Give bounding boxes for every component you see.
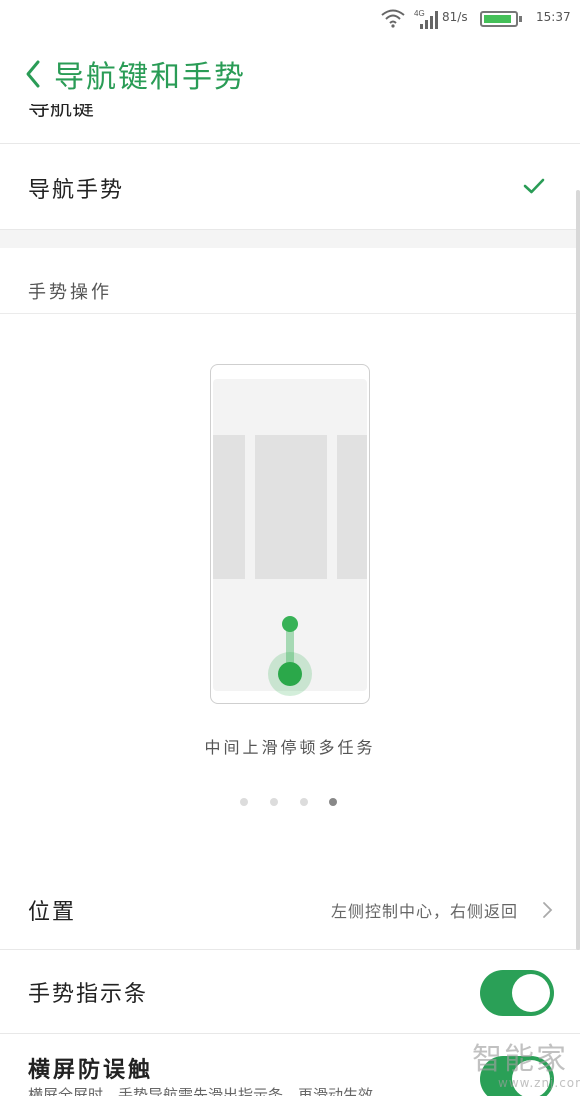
- settings-content[interactable]: 导航键 导航手势 手势操作 中间上滑停顿多任务 位置 左侧控制中心，右侧返回 手…: [0, 104, 580, 1096]
- page-dot-active[interactable]: [329, 798, 337, 806]
- landscape-protection-label: 横屏防误触: [28, 1058, 154, 1083]
- chevron-left-icon[interactable]: [20, 54, 46, 94]
- check-icon: [523, 178, 545, 194]
- recent-app-card: [213, 435, 245, 579]
- status-bar: 4G 81/s 15:37: [0, 0, 580, 40]
- position-value: 左侧控制中心，右侧返回: [330, 902, 518, 921]
- gesture-section-title: 手势操作: [28, 282, 112, 303]
- swipe-end-point: [282, 616, 298, 632]
- page-indicator[interactable]: [240, 798, 340, 808]
- recent-app-card: [337, 435, 367, 579]
- position-label: 位置: [28, 900, 77, 925]
- position-row[interactable]: 位置 左侧控制中心，右侧返回: [0, 870, 580, 950]
- svg-text:4G: 4G: [414, 9, 425, 18]
- nav-gesture-label: 导航手势: [28, 178, 125, 203]
- nav-keys-row[interactable]: 导航键: [0, 104, 580, 144]
- nav-gesture-row[interactable]: 导航手势: [0, 144, 580, 230]
- nav-keys-label: 导航键: [28, 104, 95, 121]
- page-dot[interactable]: [240, 798, 248, 806]
- title-bar: 导航键和手势: [0, 42, 580, 104]
- touch-point-icon: [278, 662, 302, 686]
- clock: 15:37: [536, 10, 571, 24]
- recent-app-card: [255, 435, 327, 579]
- battery-icon: [480, 11, 522, 27]
- gesture-caption: 中间上滑停顿多任务: [204, 738, 376, 757]
- gesture-indicator-label: 手势指示条: [28, 982, 149, 1007]
- page-dot[interactable]: [270, 798, 278, 806]
- landscape-protection-desc: 横屏全屏时，手势导航需先滑出指示条，再滑动生效: [28, 1086, 374, 1096]
- watermark-url: www.znj.com: [498, 1076, 580, 1090]
- network-speed: 81/s: [442, 10, 468, 24]
- toggle-knob: [512, 974, 550, 1012]
- cellular-signal-icon: 4G: [414, 9, 438, 29]
- gesture-indicator-toggle[interactable]: [480, 970, 554, 1016]
- scrollbar[interactable]: [576, 190, 580, 950]
- page-dot[interactable]: [300, 798, 308, 806]
- section-divider: [0, 230, 580, 248]
- page-title: 导航键和手势: [54, 60, 246, 95]
- gesture-section-header: 手势操作: [0, 248, 580, 314]
- gesture-indicator-row[interactable]: 手势指示条: [0, 950, 580, 1034]
- chevron-right-icon: [543, 902, 553, 918]
- watermark-logo: 智能家: [472, 1042, 568, 1077]
- wifi-icon: [381, 9, 405, 28]
- battery-level-fill: [484, 15, 511, 23]
- watermark: 智能家 www.znj.com: [468, 1034, 580, 1096]
